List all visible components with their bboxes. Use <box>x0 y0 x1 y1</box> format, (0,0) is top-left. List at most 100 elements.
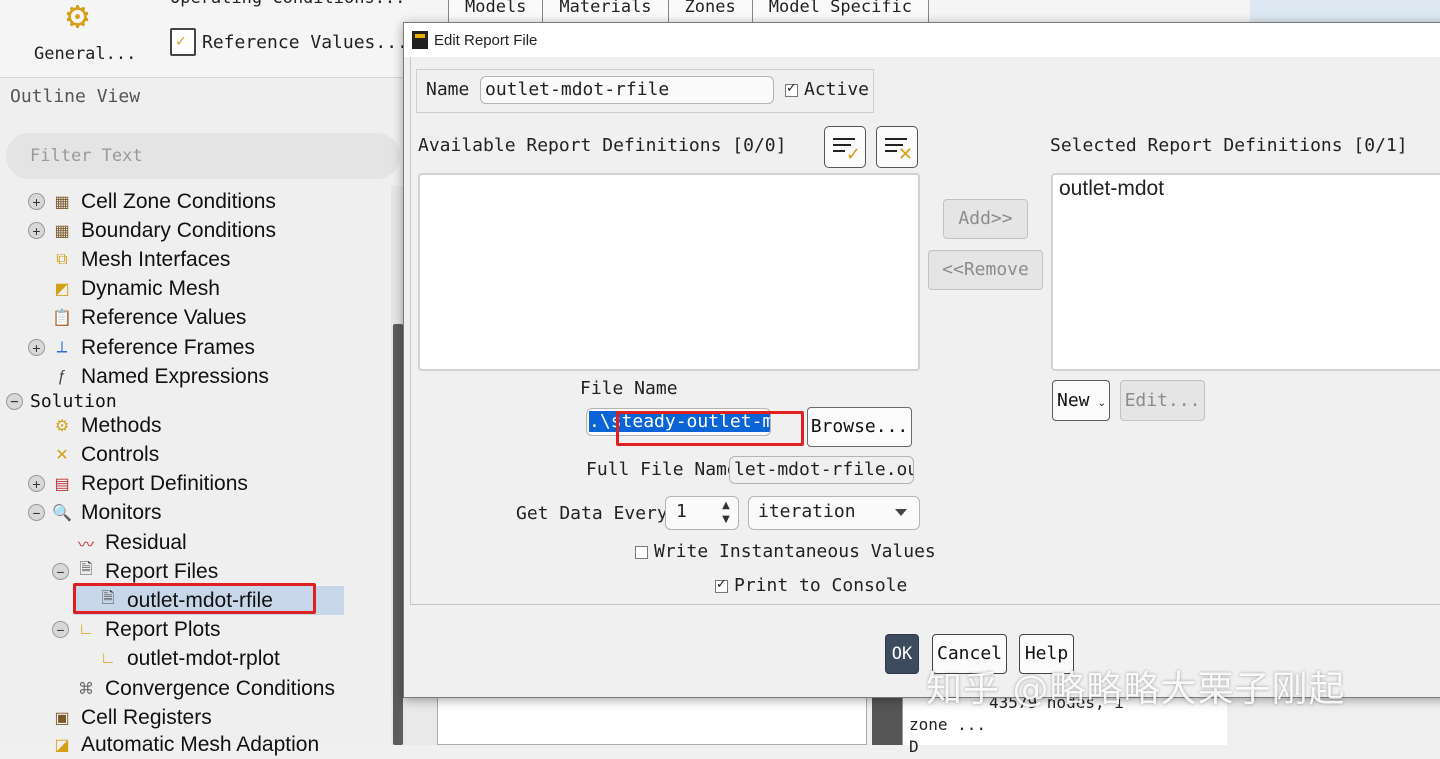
tree-item[interactable]: ◩ Dynamic Mesh <box>28 274 220 303</box>
selected-definitions-list[interactable]: outlet-mdot <box>1051 173 1440 371</box>
grid-icon: ▦ <box>54 193 70 211</box>
spinner-arrows-icon[interactable]: ▲ ▼ <box>718 499 734 529</box>
expand-icon[interactable]: + <box>28 193 45 210</box>
edit-report-file-dialog: Edit Report File Name outlet-mdot-rfile … <box>403 22 1440 698</box>
tree-item-label: Controls <box>81 442 160 466</box>
iteration-dropdown-value: iteration <box>758 501 856 522</box>
axes-icon: ⟂ <box>56 338 68 356</box>
fluent-app-icon <box>412 31 428 49</box>
chevron-down-icon <box>895 509 907 516</box>
print-to-console-checkbox-box[interactable] <box>715 577 728 593</box>
dialog-titlebar[interactable]: Edit Report File <box>404 23 1440 57</box>
full-file-name-field: let-mdot-rfile.out <box>729 456 914 484</box>
checkmark-icon: ✓ <box>845 144 861 165</box>
tree-item-label: Named Expressions <box>81 364 269 388</box>
operating-conditions-button[interactable]: Operating Conditions... <box>170 0 405 8</box>
tree-item-label: Monitors <box>81 500 162 524</box>
filter-text-input[interactable] <box>6 133 400 179</box>
tab-materials[interactable]: Materials <box>542 0 669 22</box>
chevron-down-icon: ⌄ <box>1097 398 1106 409</box>
clipboard-icon: 📋 <box>52 309 72 327</box>
name-group: Name outlet-mdot-rfile Active <box>416 69 874 113</box>
general-button[interactable]: ⚙ General... <box>14 0 144 70</box>
active-checkbox[interactable]: Active <box>785 79 869 100</box>
tree-item[interactable]: 📋 Reference Values <box>28 303 246 332</box>
new-button[interactable]: New ⌄ <box>1052 380 1110 421</box>
tree-item-label: Report Plots <box>105 617 221 641</box>
plot-icon: ∟ <box>100 649 116 667</box>
tree-item[interactable]: − 🔍 Monitors <box>28 498 162 527</box>
tree-item-label: Residual <box>105 530 187 554</box>
tree-item-label: Methods <box>81 413 162 437</box>
collapse-icon[interactable]: − <box>52 563 69 580</box>
expand-icon[interactable]: + <box>28 339 45 356</box>
tree-item-label: Report Definitions <box>81 471 248 495</box>
print-to-console-label: Print to Console <box>734 575 908 596</box>
select-all-button[interactable]: ✓ <box>824 126 866 168</box>
tree-item[interactable]: + ⟂ Reference Frames <box>28 333 255 362</box>
ok-button[interactable]: OK <box>885 634 919 674</box>
available-definitions-list[interactable] <box>418 173 920 371</box>
tree-item[interactable]: ⚙ Methods <box>28 411 162 440</box>
tree-item[interactable]: ⌘ Convergence Conditions <box>52 674 335 703</box>
get-data-every-spinner[interactable]: 1 ▲ ▼ <box>665 496 739 530</box>
tree-item-label: Convergence Conditions <box>105 676 335 700</box>
browse-button[interactable]: Browse... <box>807 407 912 447</box>
tree-item[interactable]: ∟ outlet-mdot-rplot <box>74 644 280 673</box>
tree-item-label: Report Files <box>105 559 219 583</box>
tab-models[interactable]: Models <box>448 0 544 22</box>
tree-item-label: Reference Values <box>81 305 247 329</box>
tree-item[interactable]: ▣ Cell Registers <box>28 703 211 732</box>
edit-button[interactable]: Edit... <box>1120 380 1205 421</box>
residual-chart-icon: 〰 <box>77 536 94 554</box>
collapse-icon[interactable]: − <box>6 393 23 410</box>
tree-item[interactable]: − ∟ Report Plots <box>52 615 221 644</box>
tree-item[interactable]: − 🗎 Report Files <box>52 557 218 586</box>
tree-item[interactable]: ⧉ Mesh Interfaces <box>28 245 230 274</box>
dynamic-mesh-icon: ◩ <box>54 280 70 298</box>
console-line: zone ... <box>909 715 987 734</box>
tree-item-label: Solution <box>30 391 117 412</box>
tree-item-label: Dynamic Mesh <box>81 276 220 300</box>
print-to-console-checkbox[interactable]: Print to Console <box>715 575 907 596</box>
mesh-interface-icon: ⧉ <box>56 250 68 268</box>
name-label: Name <box>426 79 470 100</box>
tab-zones[interactable]: Zones <box>667 0 753 22</box>
tree-item[interactable]: + ▤ Report Definitions <box>28 469 248 498</box>
tree-item-label: Boundary Conditions <box>81 218 276 242</box>
selected-definition-item[interactable]: outlet-mdot <box>1059 177 1164 201</box>
remove-button[interactable]: <<Remove <box>928 250 1043 290</box>
tree-item[interactable]: + ▦ Boundary Conditions <box>28 216 276 245</box>
outline-scroll-thumb[interactable] <box>393 324 403 745</box>
tree-item[interactable]: 〰 Residual <box>52 528 187 557</box>
general-settings-icon: ⚙ <box>66 0 89 37</box>
expand-icon[interactable]: + <box>28 475 45 492</box>
iteration-dropdown[interactable]: iteration <box>748 496 920 530</box>
reference-values-label: Reference Values... <box>202 31 408 53</box>
active-checkbox-box[interactable] <box>785 81 798 97</box>
file-name-label: File Name <box>580 378 678 399</box>
tab-model-specific[interactable]: Model Specific <box>751 0 930 22</box>
file-name-highlight <box>616 411 804 446</box>
ribbon-tabs: Models Materials Zones Model Specific <box>448 0 930 22</box>
operating-conditions-label: Operating Conditions... <box>170 0 405 8</box>
tree-item-label: Reference Frames <box>81 335 255 359</box>
deselect-all-button[interactable]: ✕ <box>876 126 918 168</box>
controls-icon: ✕ <box>55 446 69 464</box>
expand-icon[interactable]: + <box>28 222 45 239</box>
active-label: Active <box>804 79 870 100</box>
name-field[interactable]: outlet-mdot-rfile <box>480 76 774 104</box>
write-instantaneous-checkbox-box[interactable] <box>635 545 648 559</box>
add-button[interactable]: Add>> <box>943 199 1028 239</box>
collapse-icon[interactable]: − <box>28 504 45 521</box>
tree-item[interactable]: + ▦ Cell Zone Conditions <box>28 187 276 216</box>
get-data-every-value: 1 <box>676 501 687 522</box>
grid-icon: ▦ <box>54 222 70 240</box>
available-definitions-label: Available Report Definitions [0/0] <box>418 135 787 156</box>
collapse-icon[interactable]: − <box>52 621 69 638</box>
plot-icon: ∟ <box>78 620 94 638</box>
write-instantaneous-checkbox[interactable]: Write Instantaneous Values <box>635 541 936 562</box>
tree-item[interactable]: ✕ Controls <box>28 440 159 469</box>
cell-registers-icon: ▣ <box>54 709 70 727</box>
reference-values-button[interactable]: Reference Values... <box>170 28 408 56</box>
